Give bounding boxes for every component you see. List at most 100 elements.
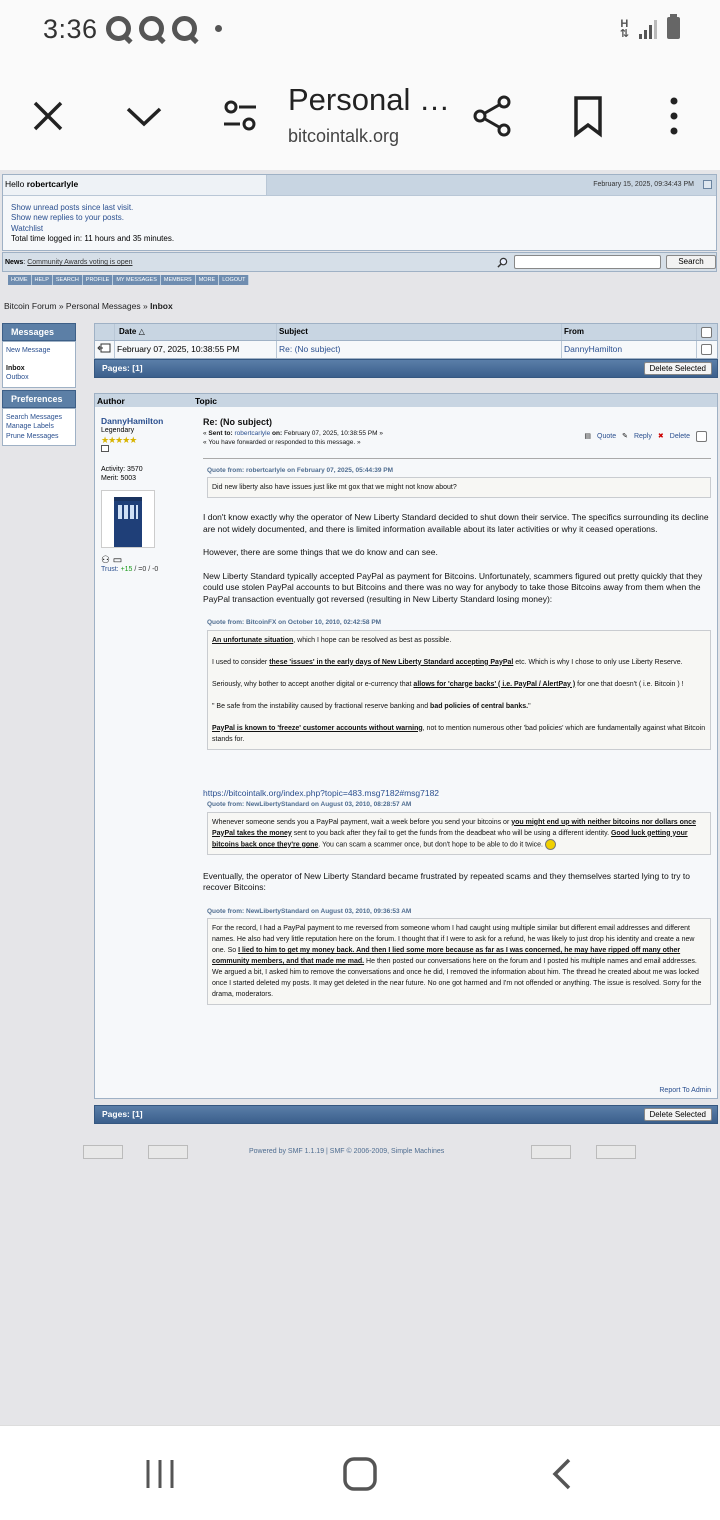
row-subject-link[interactable]: Re: (No subject) xyxy=(279,344,340,354)
hello-username[interactable]: robertcarlyle xyxy=(27,179,79,189)
chevron-down-icon[interactable] xyxy=(116,88,172,144)
poster-trust: Trust: +15 / =0 / -0 xyxy=(101,565,196,574)
quote-text: " xyxy=(528,702,531,710)
signal-strength-icon xyxy=(639,17,657,39)
recent-apps-icon[interactable] xyxy=(140,1456,180,1492)
sidebar-item-manage-labels[interactable]: Manage Labels xyxy=(6,422,72,432)
reply-icon: ✎ xyxy=(622,433,628,440)
mysql-badge-icon[interactable] xyxy=(83,1145,123,1159)
sidebar-item-outbox[interactable]: Outbox xyxy=(6,373,72,383)
sidebar-item-inbox[interactable]: Inbox xyxy=(6,364,72,374)
row-checkbox[interactable] xyxy=(701,344,712,355)
bookmark-icon[interactable] xyxy=(560,88,616,144)
status-right-icons: H ⇅ xyxy=(620,14,680,40)
post-checkbox[interactable] xyxy=(696,431,707,443)
share-icon[interactable] xyxy=(464,88,520,144)
pm-list-row[interactable]: February 07, 2025, 10:38:55 PM Re: (No s… xyxy=(94,341,718,359)
poster-activity: Activity: 3570 xyxy=(101,466,143,474)
delete-selected-button[interactable]: Delete Selected xyxy=(643,362,712,375)
page-domain[interactable]: bitcointalk.org xyxy=(288,126,399,147)
menu-my-messages[interactable]: MY MESSAGES xyxy=(113,275,161,285)
menu-logout[interactable]: LOGOUT xyxy=(219,275,250,285)
more-notifications-dot-icon xyxy=(215,25,222,32)
post-paragraph: However, there are some things that we d… xyxy=(203,547,438,557)
search-input[interactable] xyxy=(514,255,661,269)
trust-label: Trust: xyxy=(101,566,121,574)
quote-header[interactable]: Quote from: NewLibertyStandard on August… xyxy=(207,799,711,811)
quote-emph: bad policies of central banks. xyxy=(430,702,529,710)
quote-text: Seriously, why bother to accept another … xyxy=(212,680,414,688)
close-icon[interactable] xyxy=(20,88,76,144)
php-badge-icon[interactable] xyxy=(148,1145,188,1159)
breadcrumb-current[interactable]: Inbox xyxy=(150,301,173,311)
watchlist-link[interactable]: Watchlist xyxy=(11,224,708,234)
header-subject[interactable]: Subject xyxy=(277,324,562,340)
xhtml-badge-icon[interactable] xyxy=(531,1145,571,1159)
sidebar-item-prune-messages[interactable]: Prune Messages xyxy=(6,432,72,442)
message-area: Author Topic DannyHamilton Legendary ★★★… xyxy=(94,393,718,1099)
row-from-link[interactable]: DannyHamilton xyxy=(564,344,622,354)
quote-emph: allows for 'charge backs' ( i.e. PayPal … xyxy=(413,680,576,688)
search-button[interactable]: Search xyxy=(666,255,716,269)
quote-box: For the record, I had a PayPal payment t… xyxy=(207,918,711,1006)
css-badge-icon[interactable] xyxy=(596,1145,636,1159)
menu-help[interactable]: HELP xyxy=(32,275,53,285)
user-info-section: Hello robertcarlyle February 15, 2025, 0… xyxy=(2,174,717,252)
site-settings-icon[interactable] xyxy=(212,88,268,144)
reply-button[interactable]: Reply xyxy=(634,431,652,443)
pages-label[interactable]: Pages: [1] xyxy=(102,363,143,373)
sidebar-preferences-list: Search Messages Manage Labels Prune Mess… xyxy=(2,407,76,446)
header-from[interactable]: From xyxy=(562,324,697,340)
home-icon[interactable] xyxy=(340,1454,380,1494)
breadcrumb-pm[interactable]: Personal Messages xyxy=(66,301,141,311)
notification-app-icon xyxy=(172,16,197,41)
rank-stars-icon: ★★★★★ xyxy=(101,434,137,445)
new-replies-link[interactable]: Show new replies to your posts. xyxy=(11,213,708,223)
pm-list-table: Date △ Subject From February 07, 2025, 1… xyxy=(94,323,718,378)
poster-name[interactable]: DannyHamilton xyxy=(101,416,196,426)
poster-icons: ⚇ ▭ xyxy=(101,555,196,565)
avatar xyxy=(101,489,155,548)
sort-up-icon: △ xyxy=(138,327,145,336)
menu-profile[interactable]: PROFILE xyxy=(83,275,114,285)
topic-url-link[interactable]: https://bitcointalk.org/index.php?topic=… xyxy=(203,788,711,800)
report-to-admin-link[interactable]: Report To Admin xyxy=(659,1087,711,1094)
sent-to-link[interactable]: robertcarlyle xyxy=(234,430,270,437)
message-header: Author Topic xyxy=(95,394,717,407)
hello-prefix: Hello xyxy=(5,179,27,189)
header-date[interactable]: Date △ xyxy=(115,324,277,340)
on-label: on: xyxy=(272,429,283,437)
user-links: Show unread posts since last visit. Show… xyxy=(3,195,716,251)
pm-sidebar: Messages New Message Inbox Outbox Prefer… xyxy=(2,323,76,446)
row-subject: Re: (No subject) xyxy=(277,341,562,358)
menu-more[interactable]: MORE xyxy=(196,275,220,285)
menu-home[interactable]: HOME xyxy=(8,275,32,285)
row-date: February 07, 2025, 10:38:55 PM xyxy=(115,341,277,358)
poster-merit: Merit: 5003 xyxy=(101,475,137,483)
quote-header[interactable]: Quote from: BitcoinFX on October 10, 201… xyxy=(207,617,711,629)
menu-members[interactable]: MEMBERS xyxy=(161,275,196,285)
quote-text: etc. Which is why I chose to only use Li… xyxy=(513,658,683,666)
collapse-icon[interactable] xyxy=(703,180,712,189)
header-select-all xyxy=(697,324,717,340)
delete-selected-button[interactable]: Delete Selected xyxy=(643,1108,712,1121)
replied-icon xyxy=(95,341,115,358)
sidebar-item-search-messages[interactable]: Search Messages xyxy=(6,413,72,423)
menu-search[interactable]: SEARCH xyxy=(53,275,83,285)
news-link[interactable]: Community Awards voting is open xyxy=(27,259,132,266)
quote-header[interactable]: Quote from: robertcarlyle on February 07… xyxy=(207,465,711,477)
delete-button[interactable]: Delete xyxy=(670,431,690,443)
page-title[interactable]: Personal … xyxy=(288,82,450,118)
quote-text: for one that doesn't ( i.e. Bitcoin ) ! xyxy=(575,680,684,688)
pages-label[interactable]: Pages: [1] xyxy=(102,1109,143,1119)
breadcrumb-root[interactable]: Bitcoin Forum xyxy=(4,301,56,311)
quote-header[interactable]: Quote from: NewLibertyStandard on August… xyxy=(207,906,711,918)
select-all-checkbox[interactable] xyxy=(701,327,712,338)
quote-button[interactable]: Quote xyxy=(597,431,616,443)
more-options-icon[interactable] xyxy=(646,88,702,144)
powered-by-text[interactable]: Powered by SMF 1.1.19 | SMF © 2006-2009,… xyxy=(249,1148,444,1155)
pm-list-header: Date △ Subject From xyxy=(94,323,718,341)
sidebar-item-new-message[interactable]: New Message xyxy=(6,346,72,356)
unread-posts-link[interactable]: Show unread posts since last visit. xyxy=(11,203,708,213)
back-icon[interactable] xyxy=(545,1456,581,1492)
